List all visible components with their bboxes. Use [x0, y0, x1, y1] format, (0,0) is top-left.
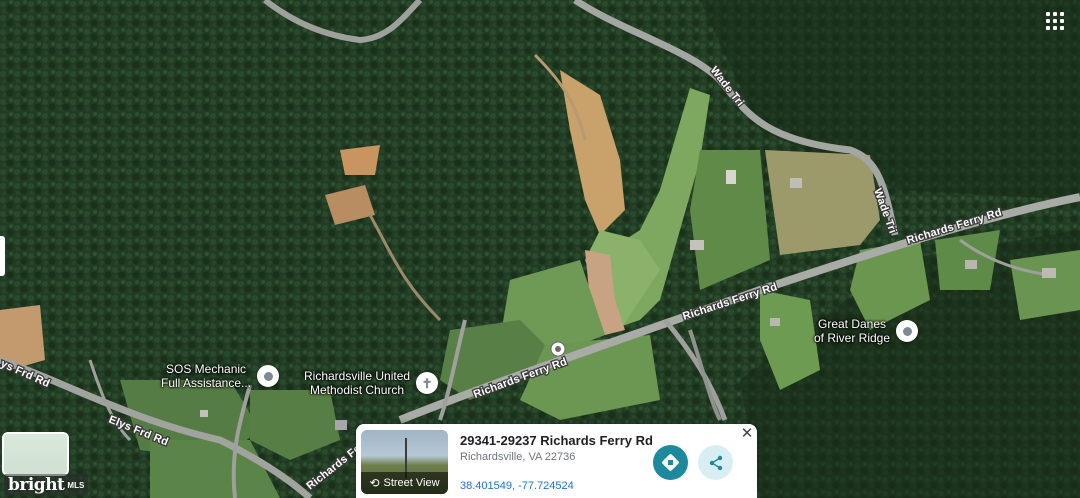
directions-button[interactable]	[653, 445, 688, 480]
address-subtitle: Richardsville, VA 22736	[460, 451, 576, 463]
location-pin-icon[interactable]	[257, 365, 280, 387]
poi-name-line1: SOS Mechanic	[166, 362, 247, 376]
poi-name-line1: Great Danes	[817, 317, 887, 331]
poi-name-line1: Richardsville United	[304, 369, 411, 383]
close-icon[interactable]: ✕	[740, 426, 754, 441]
poi-label: Great Danes of River Ridge	[814, 317, 890, 345]
street-view-rotate-icon: ⟲	[369, 476, 380, 490]
directions-icon	[661, 453, 680, 472]
watermark: bright MLS	[4, 474, 89, 496]
street-view-label: Street View	[383, 477, 440, 489]
watermark-sub: MLS	[67, 480, 85, 490]
share-button[interactable]	[698, 445, 733, 480]
poi-name-line2: Methodist Church	[310, 383, 405, 397]
side-panel-toggle[interactable]	[0, 236, 5, 276]
street-view-thumbnail[interactable]: ⟲ Street View	[361, 430, 448, 494]
dropped-pin-icon[interactable]	[550, 341, 566, 359]
address-title: 29341-29237 Richards Ferry Rd	[460, 433, 653, 448]
church-pin-icon[interactable]: ✝	[416, 372, 439, 394]
street-view-bar[interactable]: ⟲ Street View	[361, 472, 448, 494]
poi-great-danes[interactable]: Great Danes of River Ridge	[814, 317, 919, 345]
poi-sos-mechanic[interactable]: SOS Mechanic Full Assistance...	[161, 362, 280, 390]
poi-label: SOS Mechanic Full Assistance...	[161, 362, 251, 390]
layers-toggle-button[interactable]	[2, 432, 69, 476]
apps-grid-icon[interactable]	[1046, 12, 1064, 30]
poi-label: Richardsville United Methodist Church	[304, 369, 410, 397]
coordinates-link[interactable]: 38.401549, -77.724524	[460, 480, 574, 492]
location-info-card: ⟲ Street View 29341-29237 Richards Ferry…	[356, 424, 757, 498]
poi-name-line2: Full Assistance...	[161, 376, 252, 390]
satellite-map[interactable]: Wade Tri Wade Tri Richards Ferry Rd Rich…	[0, 0, 1080, 498]
poi-richardsville-church[interactable]: Richardsville United Methodist Church ✝	[304, 369, 439, 397]
poi-name-line2: of River Ridge	[814, 331, 891, 345]
location-pin-icon[interactable]	[896, 320, 919, 342]
share-icon	[709, 455, 722, 470]
watermark-brand: bright	[8, 475, 65, 495]
